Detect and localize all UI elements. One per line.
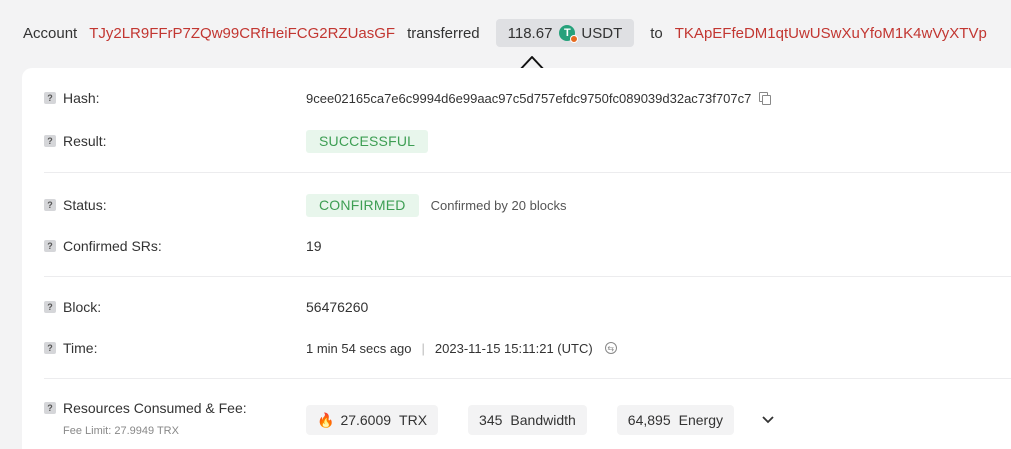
help-icon[interactable]: ? bbox=[44, 301, 56, 313]
status-badge: CONFIRMED bbox=[306, 193, 419, 217]
divider bbox=[44, 172, 1011, 173]
bandwidth-value: 345 bbox=[479, 412, 503, 428]
confirmed-srs-row: ? Confirmed SRs: 19 bbox=[44, 236, 1011, 256]
account-label: Account bbox=[23, 24, 78, 42]
status-label: Status: bbox=[63, 197, 107, 213]
resources-label: Resources Consumed & Fee: bbox=[63, 400, 247, 416]
energy-unit: Energy bbox=[678, 412, 723, 428]
confirmation-text: Confirmed by 20 blocks bbox=[431, 198, 567, 213]
help-icon[interactable]: ? bbox=[44, 92, 56, 104]
block-row: ? Block: 56476260 bbox=[44, 297, 1011, 317]
trx-fee-pill: 🔥 27.6009 TRX bbox=[306, 405, 439, 435]
divider bbox=[44, 378, 1011, 379]
confirmed-srs-value: 19 bbox=[306, 238, 322, 254]
copy-icon[interactable] bbox=[759, 92, 772, 105]
transferred-label: transferred bbox=[407, 24, 480, 42]
fee-limit-text: Fee Limit: 27.9949 TRX bbox=[63, 425, 179, 437]
energy-pill: 64,895 Energy bbox=[616, 405, 734, 435]
time-relative: 1 min 54 secs ago bbox=[306, 340, 412, 356]
amount-pill: 118.67 T USDT bbox=[495, 19, 635, 47]
confirmation-prefix: Confirmed by bbox=[430, 197, 508, 213]
to-label: to bbox=[650, 24, 663, 42]
timezone-toggle-icon[interactable]: ⇆ bbox=[604, 342, 617, 354]
result-label: Result: bbox=[63, 133, 107, 149]
time-separator: | bbox=[421, 340, 425, 356]
transfer-summary: Account TJy2LR9FFrP7ZQw99CRfHeiFCG2RZUas… bbox=[23, 19, 987, 47]
help-icon[interactable]: ? bbox=[44, 342, 56, 354]
block-label: Block: bbox=[63, 299, 102, 315]
confirmed-srs-label: Confirmed SRs: bbox=[63, 238, 162, 254]
trx-fee-value: 27.6009 bbox=[340, 412, 392, 428]
time-absolute: 2023-11-15 15:11:21 (UTC) bbox=[434, 340, 593, 356]
token-symbol[interactable]: USDT bbox=[581, 25, 622, 42]
amount-value: 118.67 bbox=[507, 24, 553, 42]
bandwidth-unit: Bandwidth bbox=[510, 412, 576, 428]
block-number-link[interactable]: 56476260 bbox=[306, 299, 368, 315]
hash-row: ? Hash: 9cee02165ca7e6c9994d6e99aac97c5d… bbox=[44, 88, 1011, 108]
result-row: ? Result: SUCCESSFUL bbox=[44, 129, 1011, 153]
help-icon[interactable]: ? bbox=[44, 199, 56, 211]
help-icon[interactable]: ? bbox=[44, 402, 56, 414]
time-row: ? Time: 1 min 54 secs ago | 2023-11-15 1… bbox=[44, 338, 1011, 358]
confirmation-suffix: blocks bbox=[529, 197, 567, 213]
help-icon[interactable]: ? bbox=[44, 135, 56, 147]
bandwidth-pill: 345 Bandwidth bbox=[468, 405, 587, 435]
status-row: ? Status: CONFIRMED Confirmed by 20 bloc… bbox=[44, 193, 1011, 217]
resources-row: ? Resources Consumed & Fee: Fee Limit: 2… bbox=[44, 398, 1011, 438]
confirmation-count: 20 bbox=[511, 197, 526, 213]
transaction-details-card: ? Hash: 9cee02165ca7e6c9994d6e99aac97c5d… bbox=[22, 68, 1011, 449]
energy-value: 64,895 bbox=[627, 412, 671, 428]
to-address-link[interactable]: TKApEFfeDM1qtUwUSwXuYfoM1K4wVyXTVp bbox=[675, 25, 987, 42]
tether-icon[interactable]: T bbox=[559, 25, 579, 43]
time-label: Time: bbox=[63, 340, 98, 356]
from-address-link[interactable]: TJy2LR9FFrP7ZQw99CRfHeiFCG2RZUasGF bbox=[89, 25, 395, 42]
chevron-down-icon[interactable] bbox=[758, 410, 778, 430]
divider bbox=[44, 276, 1011, 277]
hash-label: Hash: bbox=[63, 90, 100, 106]
trx-fee-unit: TRX bbox=[399, 412, 428, 428]
hash-value: 9cee02165ca7e6c9994d6e99aac97c5d757efdc9… bbox=[306, 90, 752, 106]
fire-icon: 🔥 bbox=[317, 411, 335, 428]
help-icon[interactable]: ? bbox=[44, 240, 56, 252]
result-badge: SUCCESSFUL bbox=[306, 129, 429, 153]
